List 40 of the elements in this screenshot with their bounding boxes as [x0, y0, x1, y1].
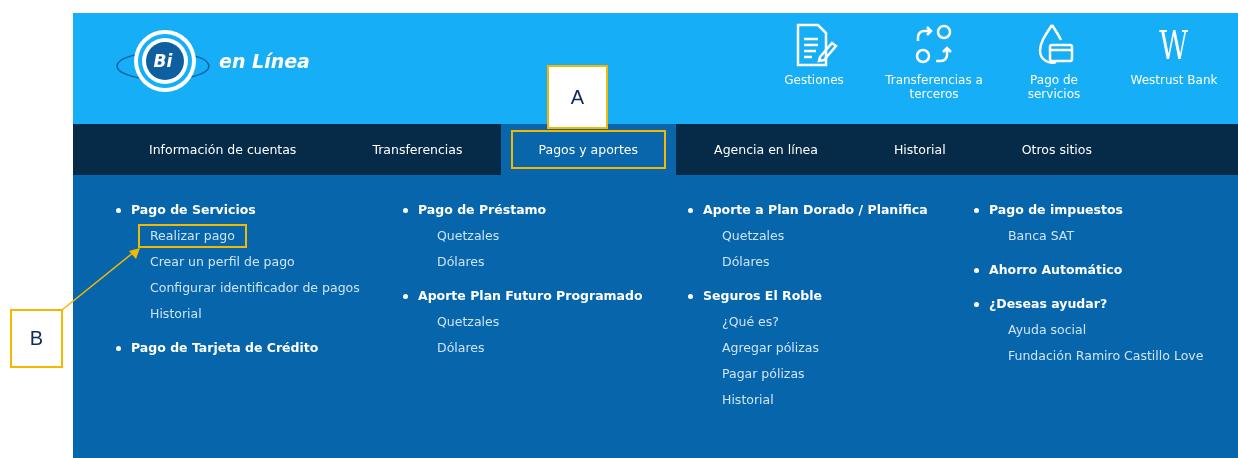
menu-heading[interactable]: Seguros El Roble [688, 283, 974, 309]
menu-link[interactable]: Fundación Ramiro Castillo Love [996, 344, 1216, 368]
menu-link[interactable]: Dólares [710, 250, 782, 274]
menu-heading[interactable]: Pago de impuestos [974, 197, 1238, 223]
nav-tab[interactable]: Agencia en línea [676, 124, 856, 175]
shortcut-link[interactable]: Gestiones [784, 73, 844, 87]
shortcut-link[interactable]: Pago de servicios [1004, 73, 1104, 101]
nav-tab[interactable]: Transferencias [334, 124, 501, 175]
menu-heading[interactable]: Aporte Plan Futuro Programado [403, 283, 688, 309]
nav-tab[interactable]: Información de cuentas [111, 124, 335, 175]
nav-tab[interactable]: Otros sitios [983, 124, 1130, 175]
menu-link[interactable]: Crear un perfil de pago [138, 250, 307, 274]
logo-text: en Línea [219, 49, 310, 72]
menu-heading[interactable]: Pago de Servicios [116, 197, 403, 223]
nav-tab[interactable]: Historial [855, 124, 984, 175]
menu-link[interactable]: Pagar pólizas [710, 362, 817, 386]
menu-link[interactable]: Configurar identificador de pagos [138, 276, 372, 300]
menu-link[interactable]: Banca SAT [996, 224, 1087, 248]
bank-logo: W [1159, 21, 1189, 69]
menu-link[interactable]: Quetzales [425, 224, 512, 248]
menu-link[interactable]: Ayuda social [996, 318, 1099, 342]
menu-link[interactable]: Dólares [425, 336, 497, 360]
menu-link[interactable]: Realizar pago [138, 224, 247, 248]
shortcut-link[interactable]: Transferencias a terceros [884, 73, 984, 101]
menu-heading[interactable]: ¿Deseas ayudar? [974, 291, 1238, 317]
callout-label: B [10, 309, 63, 368]
menu-heading[interactable]: Aporte a Plan Dorado / Planifica [688, 197, 974, 223]
menu-link[interactable]: Dólares [425, 250, 497, 274]
menu-link[interactable]: Quetzales [710, 224, 797, 248]
menu-link[interactable]: ¿Qué es? [710, 310, 791, 334]
menu-link[interactable]: Historial [138, 302, 214, 326]
nav-tab[interactable]: Pagos y aportes [500, 124, 677, 175]
menu-heading[interactable]: Ahorro Automático [974, 257, 1238, 283]
menu-link[interactable]: Historial [710, 388, 786, 412]
menu-link[interactable]: Agregar pólizas [710, 336, 831, 360]
shortcut-link[interactable]: Westrust Bank [1130, 73, 1218, 87]
callout-label: A [547, 65, 608, 129]
menu-heading[interactable]: Pago de Préstamo [403, 197, 688, 223]
menu-link[interactable]: Quetzales [425, 310, 512, 334]
menu-heading[interactable]: Pago de Tarjeta de Crédito [116, 335, 403, 361]
